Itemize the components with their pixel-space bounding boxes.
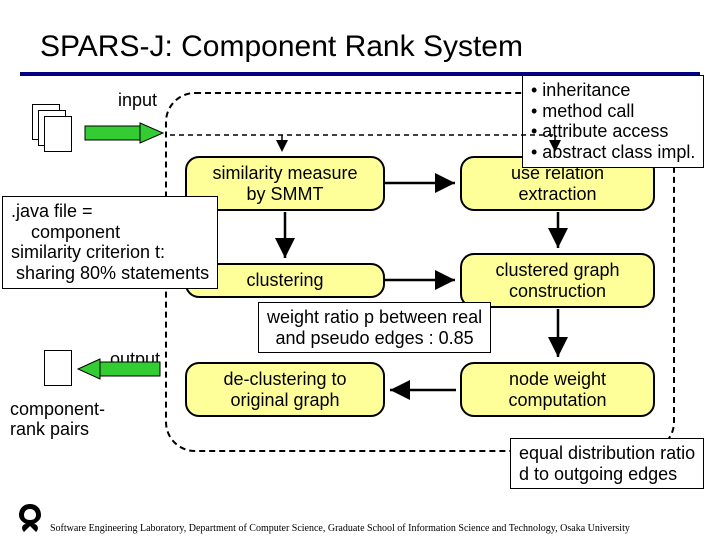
- flow-arrows: [0, 0, 720, 540]
- footer-text: Software Engineering Laboratory, Departm…: [50, 523, 630, 534]
- osaka-logo-icon: [14, 502, 46, 536]
